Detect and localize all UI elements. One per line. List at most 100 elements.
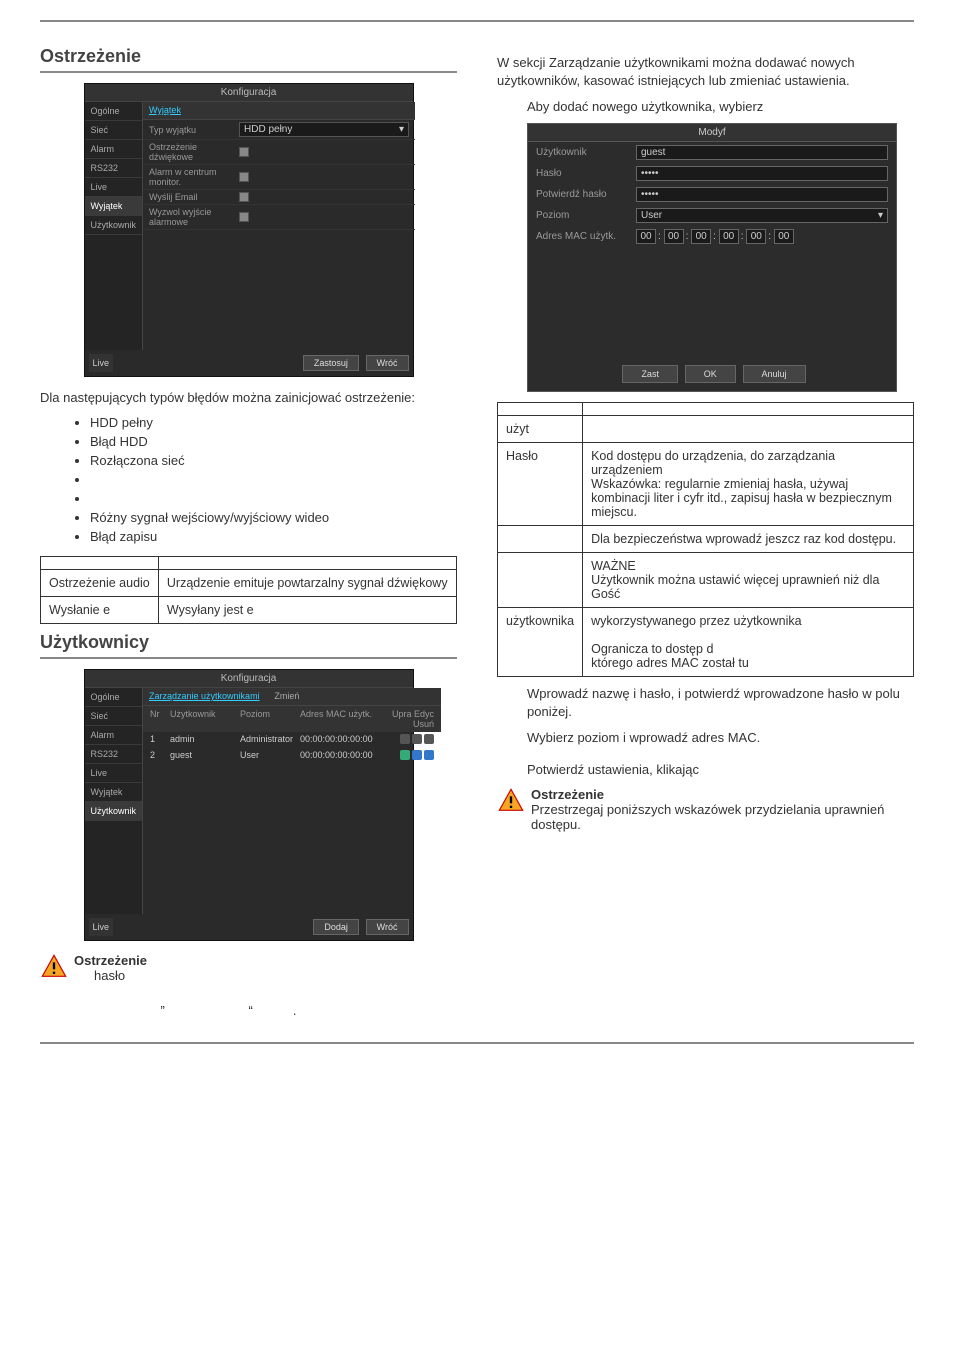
sidebar-item-exception[interactable]: Wyjątek xyxy=(85,197,143,216)
table-cell: Ostrzeżenie audio xyxy=(41,570,159,597)
sidebar-item-live[interactable]: Live xyxy=(85,178,143,197)
list-item: HDD pełny xyxy=(90,415,457,430)
level-value: User xyxy=(641,210,662,221)
tab-user-mgmt[interactable]: Zarządzanie użytkownikami xyxy=(149,691,260,701)
mac-seg[interactable]: 00 xyxy=(746,229,766,244)
live-button[interactable]: Live xyxy=(89,354,114,372)
row-label-exception-type: Typ wyjątku xyxy=(149,125,239,135)
user-mgmt-panel: Konfiguracja Ogólne Sieć Alarm RS232 Liv… xyxy=(84,669,414,941)
warning-title: Ostrzeżenie xyxy=(531,787,914,802)
table-row[interactable]: 2 guest User 00:00:00:00:00:00 xyxy=(143,748,441,764)
warning-icon xyxy=(497,787,525,815)
add-button[interactable]: Dodaj xyxy=(313,919,359,935)
exception-type-dropdown[interactable]: HDD pełny ▾ xyxy=(239,122,409,137)
table-cell: WAŻNE Użytkownik można ustawić więcej up… xyxy=(583,552,914,607)
sidebar-item-general[interactable]: Ogólne xyxy=(85,102,143,121)
list-item: Różny sygnał wejściowy/wyjściowy wideo xyxy=(90,510,457,525)
warning-callout: Ostrzeżenie Przestrzegaj poniższych wska… xyxy=(497,787,914,832)
right-intro-text: W sekcji Zarządzanie użytkownikami można… xyxy=(497,54,914,90)
col-nr: Nr xyxy=(147,708,167,730)
sidebar-item-network[interactable]: Sieć xyxy=(85,121,143,140)
warning-heading: Ostrzeżenie xyxy=(40,46,457,73)
sidebar-item-network[interactable]: Sieć xyxy=(85,707,143,726)
mac-seg[interactable]: 00 xyxy=(774,229,794,244)
step-text: Wprowadź nazwę i hasło, i potwierdź wpro… xyxy=(527,685,914,721)
table-cell: Hasło xyxy=(498,442,583,525)
table-cell: Wysłanie e xyxy=(41,597,159,624)
warning-title: Ostrzeżenie xyxy=(74,953,147,968)
apply-button[interactable]: Zast xyxy=(622,365,678,383)
cell-level: User xyxy=(237,749,297,763)
perm-icon xyxy=(400,734,410,744)
table-cell xyxy=(498,525,583,552)
checkbox-audio-warn[interactable] xyxy=(239,147,249,157)
table-cell xyxy=(498,552,583,607)
sidebar-item-alarm[interactable]: Alarm xyxy=(85,140,143,159)
back-button[interactable]: Wróć xyxy=(366,919,409,935)
row-label-center-alarm: Alarm w centrum monitor. xyxy=(149,167,239,187)
table-header xyxy=(158,557,456,570)
row-label-trigger-alarm-out: Wyzwol wyjście alarmowe xyxy=(149,207,239,227)
panel-title: Konfiguracja xyxy=(85,670,413,688)
table-cell xyxy=(583,415,914,442)
perm-icon[interactable] xyxy=(400,750,410,760)
sidebar-item-general[interactable]: Ogólne xyxy=(85,688,143,707)
sidebar-item-exception[interactable]: Wyjątek xyxy=(85,783,143,802)
checkbox-send-email[interactable] xyxy=(239,192,249,202)
checkbox-center-alarm[interactable] xyxy=(239,172,249,182)
table-row[interactable]: 1 admin Administrator 00:00:00:00:00:00 xyxy=(143,732,441,748)
tab-exception[interactable]: Wyjątek xyxy=(149,105,181,115)
col-level: Poziom xyxy=(237,708,297,730)
dropdown-value: HDD pełny xyxy=(244,124,292,135)
mac-seg[interactable]: 00 xyxy=(664,229,684,244)
ok-button[interactable]: OK xyxy=(685,365,736,383)
sidebar-item-rs232[interactable]: RS232 xyxy=(85,159,143,178)
config-panel-exception: Konfiguracja Ogólne Sieć Alarm RS232 Liv… xyxy=(84,83,414,377)
label-username: Użytkownik xyxy=(536,147,636,158)
edit-icon[interactable] xyxy=(412,750,422,760)
col-actions: Upra Edyc Usuń xyxy=(377,708,437,730)
field-description-table: użyt HasłoKod dostępu do urządzenia, do … xyxy=(497,402,914,677)
sidebar-item-rs232[interactable]: RS232 xyxy=(85,745,143,764)
input-username[interactable]: guest xyxy=(636,145,888,160)
list-item: Błąd HDD xyxy=(90,434,457,449)
select-level[interactable]: User ▾ xyxy=(636,208,888,223)
edit-icon xyxy=(412,734,422,744)
input-password[interactable]: ••••• xyxy=(636,166,888,181)
apply-button[interactable]: Zastosuj xyxy=(303,355,359,371)
warning-list: HDD pełny Błąd HDD Rozłączona sieć Różny… xyxy=(90,415,457,544)
input-confirm-password[interactable]: ••••• xyxy=(636,187,888,202)
cancel-button[interactable]: Anuluj xyxy=(743,365,806,383)
cell-actions xyxy=(377,733,437,747)
mac-seg[interactable]: 00 xyxy=(636,229,656,244)
col-user: Użytkownik xyxy=(167,708,237,730)
cell-mac: 00:00:00:00:00:00 xyxy=(297,749,377,763)
user-table-header: Nr Użytkownik Poziom Adres MAC użytk. Up… xyxy=(143,706,441,732)
mac-seg[interactable]: 00 xyxy=(691,229,711,244)
table-cell: użyt xyxy=(498,415,583,442)
live-button[interactable]: Live xyxy=(89,918,114,936)
table-cell: wykorzystywanego przez użytkownika Ogran… xyxy=(583,607,914,676)
mac-seg[interactable]: 00 xyxy=(719,229,739,244)
back-button[interactable]: Wróć xyxy=(366,355,409,371)
sidebar-item-user[interactable]: Użytkownik xyxy=(85,802,143,821)
tab-change[interactable]: Zmień xyxy=(274,691,299,701)
table-header xyxy=(583,402,914,415)
delete-icon xyxy=(424,734,434,744)
sidebar-item-alarm[interactable]: Alarm xyxy=(85,726,143,745)
users-heading: Użytkownicy xyxy=(40,632,457,659)
sidebar-item-live[interactable]: Live xyxy=(85,764,143,783)
warning-description-table: Ostrzeżenie audioUrządzenie emituje powt… xyxy=(40,556,457,624)
table-cell: użytkownika xyxy=(498,607,583,676)
sidebar-item-user[interactable]: Użytkownik xyxy=(85,216,143,235)
label-mac: Adres MAC użytk. xyxy=(536,231,636,242)
delete-icon[interactable] xyxy=(424,750,434,760)
warning-icon xyxy=(40,953,68,981)
chevron-down-icon: ▾ xyxy=(878,210,883,221)
label-password: Hasło xyxy=(536,168,636,179)
warning-text: hasło xyxy=(94,968,147,983)
checkbox-trigger-alarm-out[interactable] xyxy=(239,212,249,222)
table-cell: Urządzenie emituje powtarzalny sygnał dź… xyxy=(158,570,456,597)
chevron-down-icon: ▾ xyxy=(399,124,404,135)
list-item: Błąd zapisu xyxy=(90,529,457,544)
